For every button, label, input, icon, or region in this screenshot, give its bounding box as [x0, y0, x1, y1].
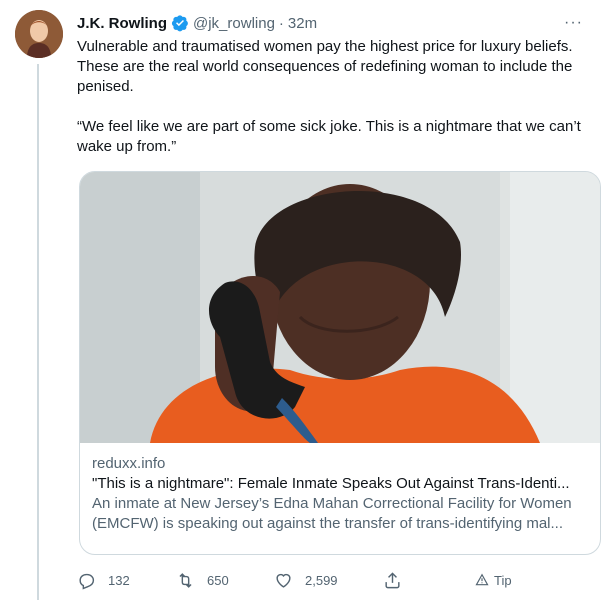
share-icon: [385, 571, 400, 588]
tweet-actions: 132 650 2,599 Tip: [77, 568, 517, 592]
reply-count: 132: [108, 572, 130, 588]
tip-icon: [475, 573, 489, 586]
retweet-button[interactable]: 650: [176, 568, 229, 592]
like-button[interactable]: 2,599: [274, 568, 338, 592]
tweet-text: Vulnerable and traumatised women pay the…: [77, 38, 581, 155]
heart-icon: [276, 573, 291, 588]
link-card[interactable]: reduxx.info "This is a nightmare": Femal…: [79, 171, 601, 555]
retweet-count: 650: [207, 572, 229, 588]
tweet-timestamp[interactable]: 32m: [288, 15, 317, 32]
author-handle[interactable]: @jk_rowling: [193, 15, 275, 32]
separator: ·: [278, 14, 284, 32]
like-count: 2,599: [305, 572, 338, 588]
card-domain: reduxx.info: [92, 455, 166, 472]
reply-button[interactable]: 132: [77, 568, 130, 592]
card-title[interactable]: "This is a nightmare": Female Inmate Spe…: [92, 474, 588, 494]
author-name[interactable]: J.K. Rowling: [77, 15, 167, 32]
avatar[interactable]: [15, 10, 63, 58]
card-image: [80, 172, 600, 443]
card-description: An inmate at New Jersey’s Edna Mahan Cor…: [92, 495, 572, 532]
tweet-header: J.K. Rowling @jk_rowling · 32m ···: [77, 12, 591, 34]
thread-line: [37, 64, 39, 600]
retweet-icon: [179, 572, 192, 588]
tip-button[interactable]: Tip: [475, 568, 512, 592]
tip-label: Tip: [494, 572, 512, 588]
avatar-image: [15, 10, 63, 58]
share-button[interactable]: [383, 568, 414, 592]
more-options-icon[interactable]: ···: [564, 14, 583, 32]
verified-badge-icon: [171, 14, 189, 32]
reply-icon: [79, 573, 95, 589]
card-body: reduxx.info "This is a nightmare": Femal…: [92, 454, 588, 534]
